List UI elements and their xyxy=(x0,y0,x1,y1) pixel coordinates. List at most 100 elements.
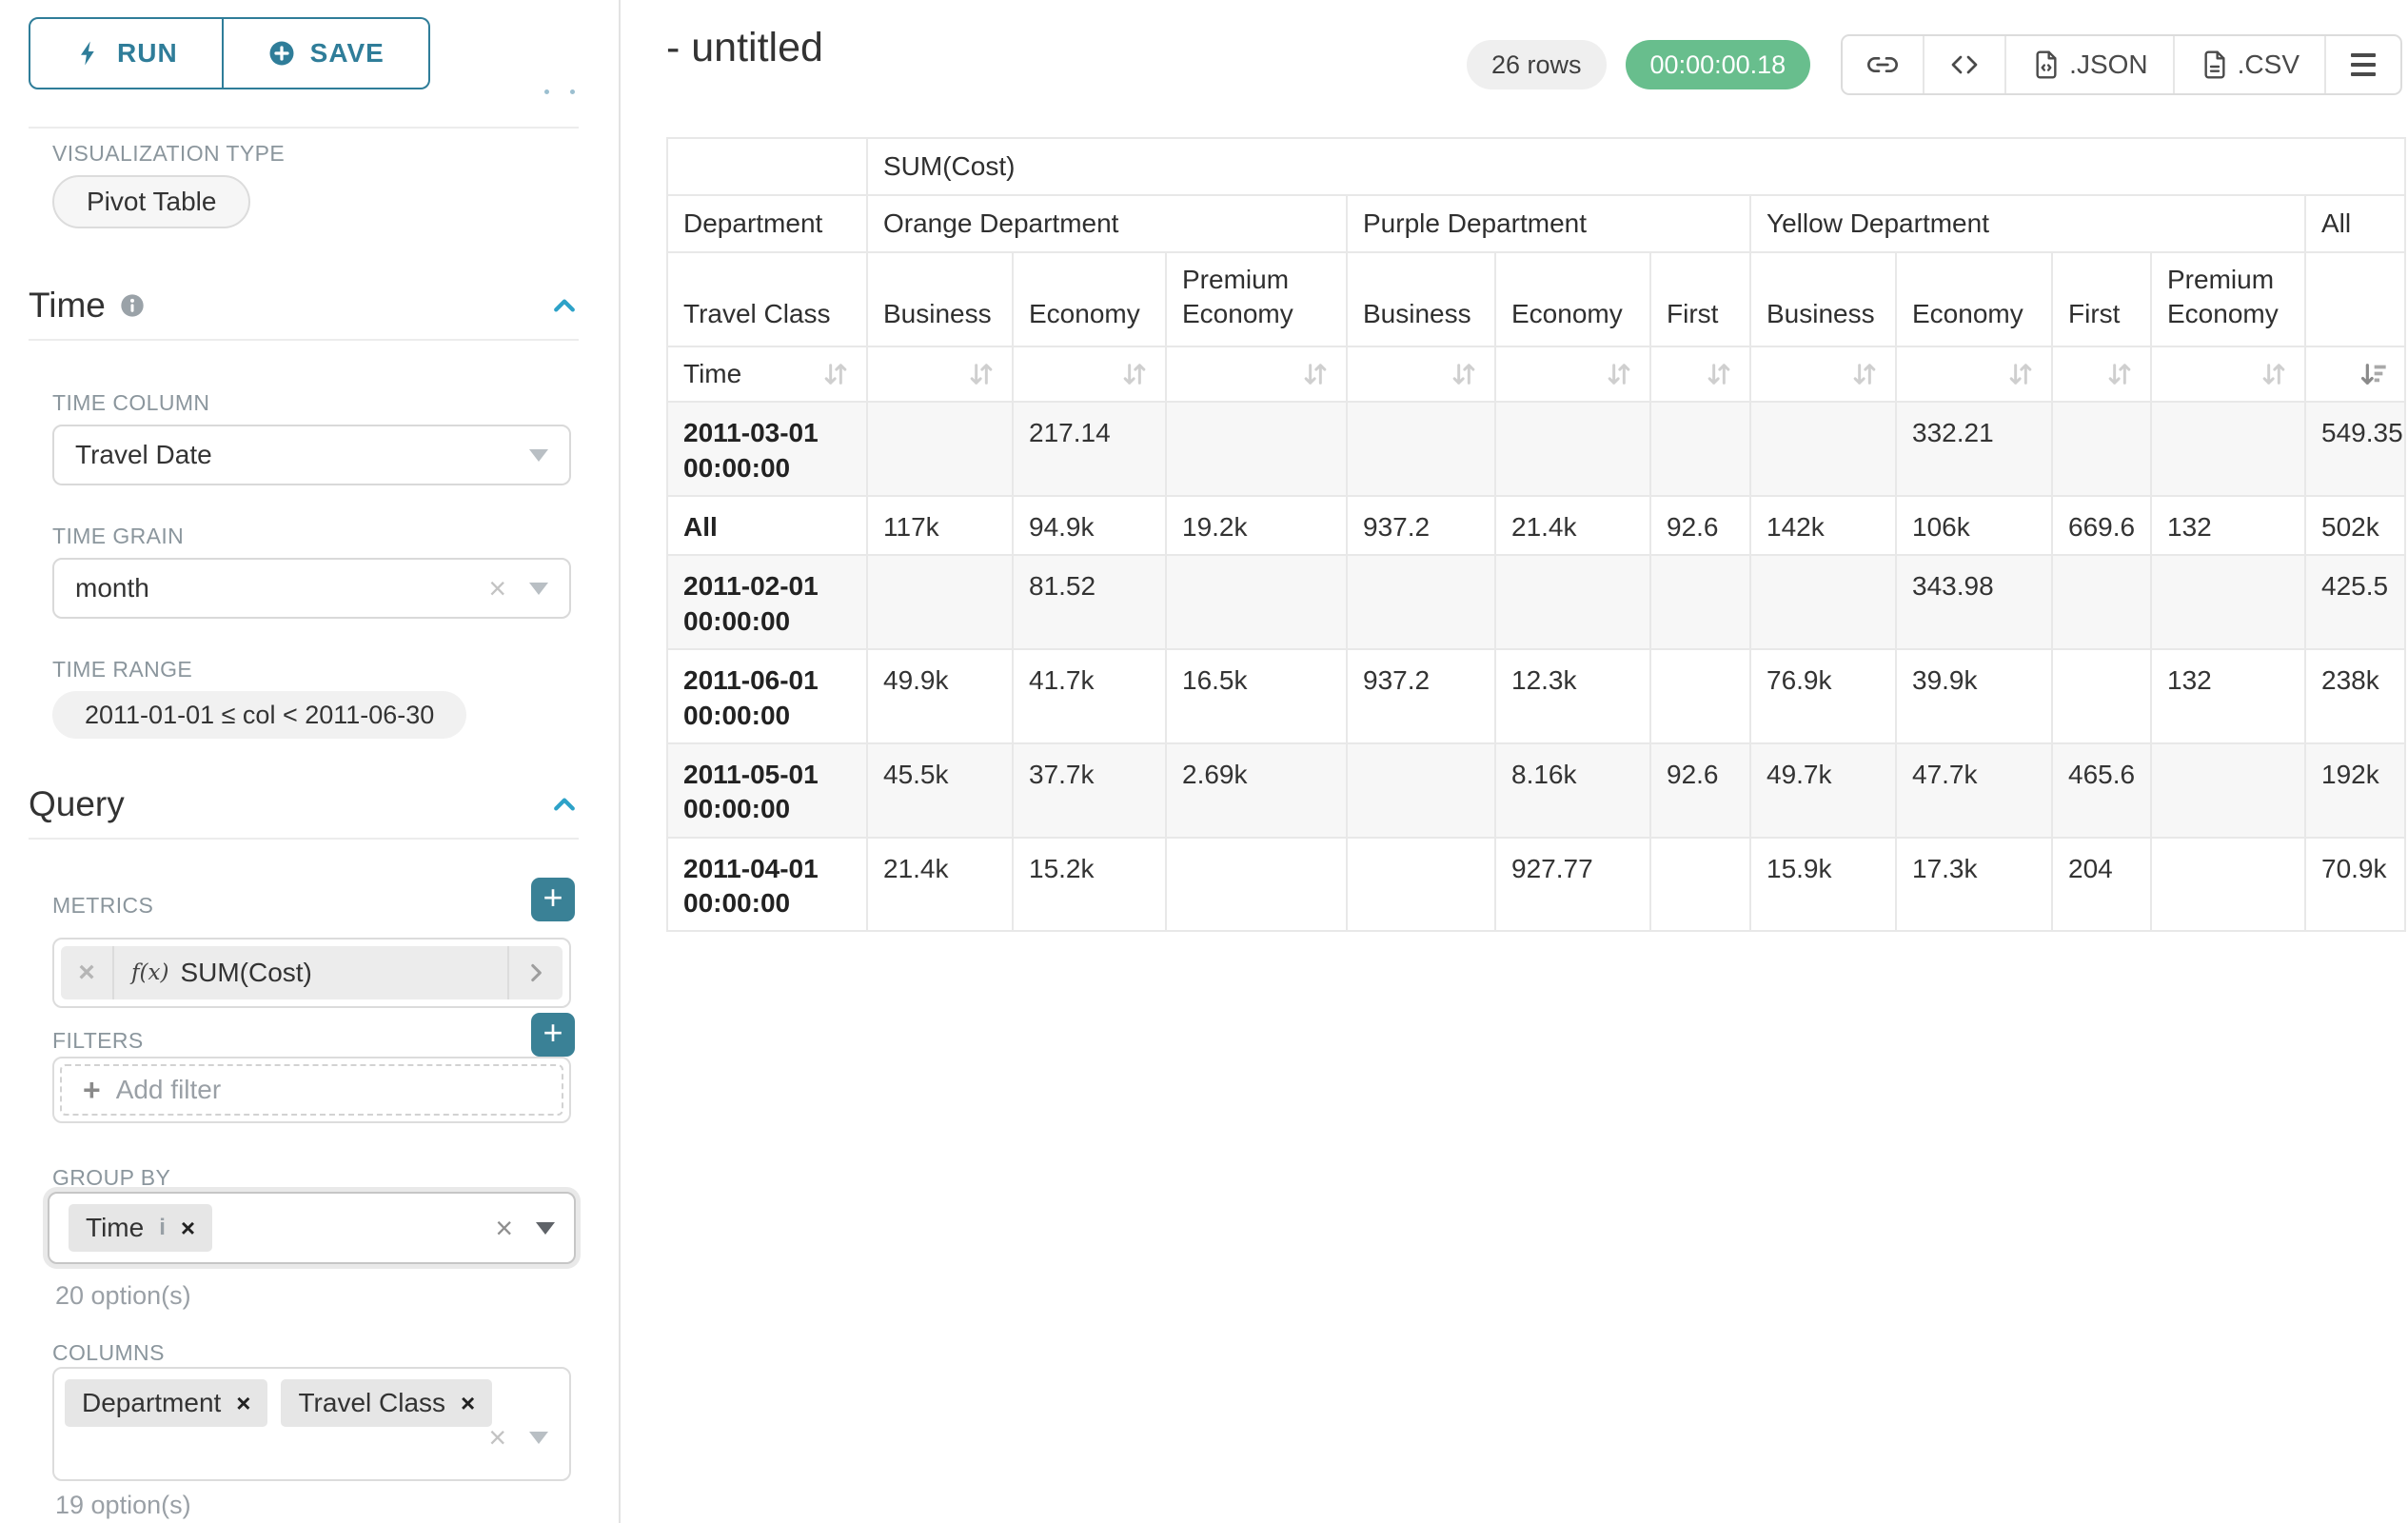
pivot-cell: 81.52 xyxy=(1013,555,1166,649)
hamburger-icon xyxy=(2351,53,2376,76)
pivot-cell: 92.6 xyxy=(1650,496,1750,555)
sort-icon xyxy=(1119,359,1150,389)
columns-select[interactable]: Department × Travel Class × × xyxy=(52,1367,571,1481)
pivot-sort-column[interactable] xyxy=(1013,346,1166,402)
chevron-right-icon xyxy=(523,960,548,985)
group-by-select[interactable]: Time i × × xyxy=(48,1192,576,1264)
add-metric-button[interactable]: + xyxy=(531,878,575,921)
clear-icon[interactable]: × xyxy=(488,573,506,603)
time-grain-value: month xyxy=(75,573,149,603)
pivot-group-header: Orange Department xyxy=(867,195,1347,252)
divider xyxy=(29,838,579,840)
pivot-sort-column[interactable] xyxy=(1495,346,1650,402)
group-by-chip[interactable]: Time i × xyxy=(69,1204,212,1252)
pivot-cell: 8.16k xyxy=(1495,743,1650,838)
pivot-sort-column[interactable] xyxy=(867,346,1013,402)
pivot-head: SUM(Cost)DepartmentOrange DepartmentPurp… xyxy=(667,138,2405,402)
pivot-subheader: Business xyxy=(1347,252,1495,346)
pivot-group-header: Purple Department xyxy=(1347,195,1750,252)
pivot-cell: 41.7k xyxy=(1013,649,1166,743)
pivot-cell xyxy=(1495,402,1650,496)
pivot-sort-time[interactable]: Time xyxy=(667,346,867,402)
query-section-title: Query xyxy=(29,784,125,824)
pivot-sort-column[interactable] xyxy=(1896,346,2052,402)
sort-icon xyxy=(1449,359,1479,389)
view-query-button[interactable] xyxy=(1923,36,2004,93)
pivot-sort-column[interactable] xyxy=(1750,346,1896,402)
pivot-cell: 76.9k xyxy=(1750,649,1896,743)
export-csv-label: .CSV xyxy=(2238,49,2299,80)
export-json-button[interactable]: .JSON xyxy=(2004,36,2172,93)
time-section-header: Time xyxy=(29,286,579,326)
add-filter-button[interactable]: + xyxy=(531,1013,575,1057)
pivot-cell: 70.9k xyxy=(2305,838,2405,932)
group-by-chip-label: Time xyxy=(86,1213,144,1243)
time-grain-select[interactable]: month × xyxy=(52,558,571,619)
more-options-button[interactable] xyxy=(2324,36,2400,93)
pivot-group-header: All xyxy=(2305,195,2405,252)
pivot-row-header: 2011-05-01 00:00:00 xyxy=(667,743,867,838)
columns-chip[interactable]: Travel Class × xyxy=(281,1379,492,1427)
file-json-icon xyxy=(2031,49,2062,80)
add-filter-dropzone[interactable]: + Add filter xyxy=(60,1064,563,1116)
metric-pill[interactable]: × f(x) SUM(Cost) xyxy=(61,946,563,999)
pivot-cell: 16.5k xyxy=(1166,649,1347,743)
collapse-chevron-icon[interactable] xyxy=(550,291,579,320)
time-section-title: Time xyxy=(29,286,106,326)
pivot-cell xyxy=(2052,555,2151,649)
pivot-cell: 332.21 xyxy=(1896,402,2052,496)
sort-icon xyxy=(1300,359,1331,389)
pivot-body: 2011-03-01 00:00:00217.14332.21549.35All… xyxy=(667,402,2405,931)
chip-remove-icon[interactable]: × xyxy=(236,1391,250,1415)
pivot-cell: 49.9k xyxy=(867,649,1013,743)
pivot-sort-column[interactable] xyxy=(1650,346,1750,402)
export-csv-button[interactable]: .CSV xyxy=(2173,36,2324,93)
pivot-cell: 19.2k xyxy=(1166,496,1347,555)
pivot-cell: 15.9k xyxy=(1750,838,1896,932)
save-button[interactable]: SAVE xyxy=(224,17,430,89)
pivot-sort-column[interactable] xyxy=(2151,346,2305,402)
sort-icon xyxy=(966,359,997,389)
pivot-cell: 927.77 xyxy=(1495,838,1650,932)
filters-control: + Add filter xyxy=(52,1057,571,1123)
metric-name: SUM(Cost) xyxy=(180,958,507,988)
chip-remove-icon[interactable]: × xyxy=(181,1216,195,1240)
pivot-group-header: Yellow Department xyxy=(1750,195,2305,252)
pivot-cell: 502k xyxy=(2305,496,2405,555)
expand-metric-button[interactable] xyxy=(507,946,563,999)
sort-icon xyxy=(2104,359,2135,389)
pivot-sort-column[interactable] xyxy=(2305,346,2405,402)
chip-info-icon[interactable]: i xyxy=(159,1215,166,1241)
chip-remove-icon[interactable]: × xyxy=(461,1391,475,1415)
divider xyxy=(29,339,579,341)
visualization-type-pill[interactable]: Pivot Table xyxy=(52,175,250,228)
pivot-row: 2011-06-01 00:00:0049.9k41.7k16.5k937.21… xyxy=(667,649,2405,743)
collapse-chevron-icon[interactable] xyxy=(550,790,579,819)
group-by-label: GROUP BY xyxy=(52,1165,170,1191)
chart-title[interactable]: - untitled xyxy=(666,25,823,71)
columns-chip[interactable]: Department × xyxy=(65,1379,267,1427)
clear-icon[interactable]: × xyxy=(495,1213,513,1243)
pivot-sort-column[interactable] xyxy=(1347,346,1495,402)
sort-icon xyxy=(2259,359,2289,389)
pivot-cell: 343.98 xyxy=(1896,555,2052,649)
share-link-button[interactable] xyxy=(1843,36,1923,93)
panel-resize-handle[interactable] xyxy=(544,89,575,94)
clear-icon[interactable]: × xyxy=(488,1422,506,1453)
pivot-cell: 37.7k xyxy=(1013,743,1166,838)
time-range-label: TIME RANGE xyxy=(52,657,192,682)
columns-chip-label: Travel Class xyxy=(298,1388,445,1418)
run-button-label: RUN xyxy=(117,38,178,69)
pivot-cell: 549.35 xyxy=(2305,402,2405,496)
query-section-header: Query xyxy=(29,784,579,824)
run-button[interactable]: RUN xyxy=(29,17,224,89)
pivot-sort-column[interactable] xyxy=(2052,346,2151,402)
chart-area: - untitled 26 rows 00:00:00.18 .JSON .CS… xyxy=(621,0,2408,1523)
info-icon[interactable] xyxy=(119,292,146,319)
time-range-pill[interactable]: 2011-01-01 ≤ col < 2011-06-30 xyxy=(52,691,466,739)
sort-icon xyxy=(1604,359,1634,389)
pivot-sort-column[interactable] xyxy=(1166,346,1347,402)
time-column-select[interactable]: Travel Date xyxy=(52,425,571,485)
remove-metric-icon[interactable]: × xyxy=(61,946,114,999)
pivot-cell xyxy=(1650,555,1750,649)
